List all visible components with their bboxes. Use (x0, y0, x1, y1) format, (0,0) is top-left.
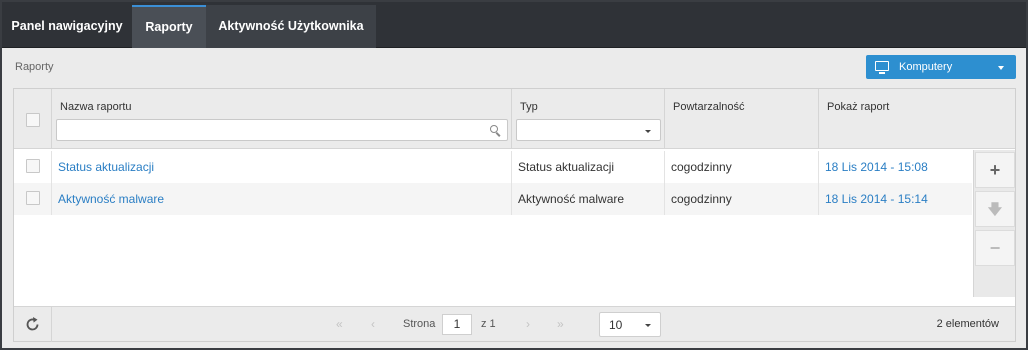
tab-dashboard[interactable]: Panel nawigacyjny (2, 5, 132, 48)
type-filter-select[interactable] (516, 119, 661, 141)
show-report-link[interactable]: 18 Lis 2014 - 15:14 (819, 183, 928, 215)
top-navigation: Panel nawigacyjny Raporty Aktywność Użyt… (2, 2, 1026, 48)
page-size-select[interactable]: 10 (599, 312, 661, 337)
download-icon: 🡇 (987, 201, 1003, 217)
app-frame: Panel nawigacyjny Raporty Aktywność Użyt… (2, 2, 1026, 348)
page-label: Strona (403, 318, 436, 330)
table-footer: « ‹ Strona 1 z 1 › » 10 2 elementów (14, 306, 1015, 342)
first-page-button[interactable]: « (336, 317, 343, 331)
refresh-button[interactable] (14, 307, 52, 342)
table-header: Nazwa raportu Typ Powtarzalność Pokaż ra… (14, 89, 1015, 149)
select-all-column (14, 89, 52, 149)
search-icon (490, 125, 498, 133)
column-show-report: Pokaż raport (819, 89, 1015, 149)
monitor-icon (875, 61, 889, 74)
column-header-label: Powtarzalność (673, 101, 745, 113)
column-report-name: Nazwa raportu (52, 89, 512, 149)
show-report-link[interactable]: 18 Lis 2014 - 15:08 (819, 151, 928, 183)
column-header-label: Nazwa raportu (60, 101, 132, 113)
next-page-button[interactable]: › (526, 317, 530, 331)
page-number-input[interactable]: 1 (442, 314, 472, 335)
item-count: 2 elementów (936, 318, 999, 330)
scope-dropdown-button[interactable]: Komputery (866, 55, 1016, 79)
tab-user-activity[interactable]: Aktywność Użytkownika (206, 5, 376, 48)
reports-grid: Nazwa raportu Typ Powtarzalność Pokaż ra… (13, 88, 1016, 342)
add-report-button[interactable]: + (975, 152, 1015, 188)
table-row[interactable]: Aktywność malware Aktywność malware cogo… (14, 183, 972, 215)
scope-label: Komputery (899, 61, 953, 73)
chevron-down-icon (645, 130, 651, 133)
breadcrumb: Raporty (15, 61, 54, 73)
action-sidebar: + 🡇 − (973, 150, 1015, 297)
tab-reports[interactable]: Raporty (132, 5, 206, 48)
select-all-checkbox[interactable] (26, 113, 40, 127)
name-filter-input[interactable] (56, 119, 508, 141)
column-recurrence: Powtarzalność (665, 89, 819, 149)
chevron-down-icon (998, 66, 1004, 70)
download-report-button[interactable]: 🡇 (975, 191, 1015, 227)
refresh-icon (26, 317, 39, 331)
plus-icon: + (989, 160, 1001, 180)
column-type: Typ (512, 89, 665, 149)
last-page-button[interactable]: » (557, 317, 564, 331)
column-header-label: Pokaż raport (827, 101, 890, 113)
chevron-down-icon (645, 324, 651, 327)
column-header-label: Typ (520, 101, 538, 113)
page-size-value: 10 (609, 318, 623, 332)
page-total-label: z 1 (481, 318, 496, 330)
delete-report-button[interactable]: − (975, 230, 1015, 266)
minus-icon: − (989, 238, 1001, 258)
table-row[interactable]: Status aktualizacji Status aktualizacji … (14, 151, 972, 183)
previous-page-button[interactable]: ‹ (371, 317, 375, 331)
